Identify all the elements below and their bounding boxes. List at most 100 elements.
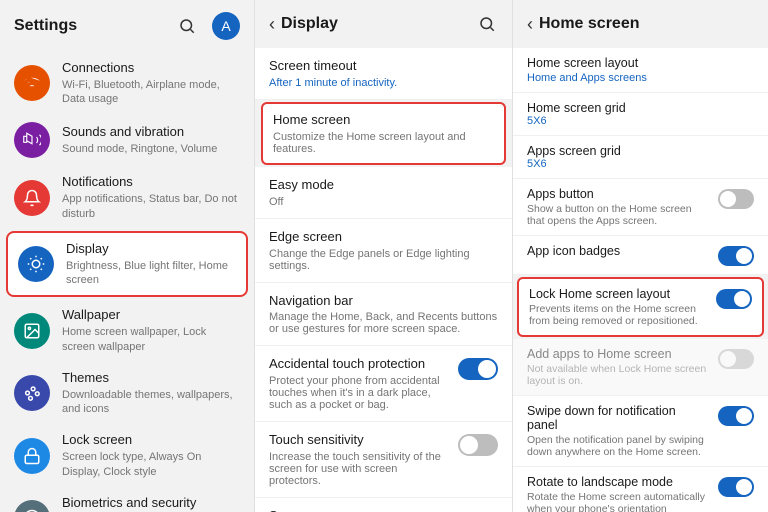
right-item-rotate_landscape[interactable]: Rotate to landscape mode Rotate the Home… — [513, 467, 768, 512]
middle-item-touch_sensitivity[interactable]: Touch sensitivity Increase the touch sen… — [255, 422, 512, 498]
right-panel-title: Home screen — [539, 15, 754, 33]
right-subtitle-apps_button: Show a button on the Home screen that op… — [527, 203, 712, 227]
sidebar-item-display[interactable]: Display Brightness, Blue light filter, H… — [6, 231, 248, 297]
item-icon-sounds — [14, 122, 50, 158]
middle-search-icon[interactable] — [476, 13, 498, 35]
mid-subtitle-home_screen: Customize the Home screen layout and fea… — [273, 131, 494, 155]
right-item-apps_screen_grid[interactable]: Apps screen grid 5X6 — [513, 136, 768, 179]
toggle-lock_home_screen[interactable] — [716, 289, 752, 309]
item-title-display: Display — [66, 241, 236, 258]
right-panel: ‹ Home screen Home screen layout Home an… — [513, 0, 768, 512]
mid-title-home_screen: Home screen — [273, 112, 494, 129]
item-title-connections: Connections — [62, 60, 240, 77]
sidebar-item-wallpaper[interactable]: Wallpaper Home screen wallpaper, Lock sc… — [0, 299, 254, 361]
item-subtitle-themes: Downloadable themes, wallpapers, and ico… — [62, 388, 240, 417]
right-subtitle-swipe_down: Open the notification panel by swiping d… — [527, 434, 712, 458]
avatar[interactable]: A — [212, 12, 240, 40]
toggle-apps_button[interactable] — [718, 189, 754, 209]
display-list: Screen timeout After 1 minute of inactiv… — [255, 48, 512, 512]
item-icon-connections — [14, 65, 50, 101]
toggle-knob-accidental_touch — [478, 360, 496, 378]
middle-panel-header: ‹ Display — [255, 0, 512, 48]
item-title-wallpaper: Wallpaper — [62, 307, 240, 324]
middle-panel-title: Display — [281, 15, 476, 33]
left-panel-scroll: Connections Wi-Fi, Bluetooth, Airplane m… — [0, 52, 254, 512]
middle-item-home_screen[interactable]: Home screen Customize the Home screen la… — [261, 102, 506, 165]
right-item-home_screen_grid[interactable]: Home screen grid 5X6 — [513, 93, 768, 136]
item-subtitle-notifications: App notifications, Status bar, Do not di… — [62, 192, 240, 221]
right-subtitle-home_screen_layout: Home and Apps screens — [527, 72, 754, 84]
mid-subtitle-easy_mode: Off — [269, 196, 498, 208]
left-panel-title: Settings — [14, 17, 176, 35]
mid-title-edge_screen: Edge screen — [269, 229, 498, 246]
right-item-swipe_down[interactable]: Swipe down for notification panel Open t… — [513, 396, 768, 467]
middle-item-accidental_touch[interactable]: Accidental touch protection Protect your… — [255, 346, 512, 422]
right-subtitle-add_apps: Not available when Lock Home screen layo… — [527, 363, 712, 387]
item-title-sounds: Sounds and vibration — [62, 124, 240, 141]
settings-list: Connections Wi-Fi, Bluetooth, Airplane m… — [0, 52, 254, 512]
item-title-notifications: Notifications — [62, 174, 240, 191]
item-subtitle-wallpaper: Home screen wallpaper, Lock screen wallp… — [62, 325, 240, 354]
mid-title-touch_sensitivity: Touch sensitivity — [269, 432, 448, 449]
mid-subtitle-navigation_bar: Manage the Home, Back, and Recents butto… — [269, 311, 498, 335]
right-item-apps_button[interactable]: Apps button Show a button on the Home sc… — [513, 179, 768, 236]
item-title-biometrics: Biometrics and security — [62, 495, 240, 512]
right-item-app_icon_badges[interactable]: App icon badges — [513, 236, 768, 275]
right-back-icon[interactable]: ‹ — [527, 14, 533, 35]
item-title-themes: Themes — [62, 370, 240, 387]
toggle-knob-touch_sensitivity — [460, 436, 478, 454]
right-title-apps_button: Apps button — [527, 187, 704, 201]
toggle-accidental_touch[interactable] — [458, 358, 498, 380]
home-screen-list: Home screen layout Home and Apps screens… — [513, 48, 768, 512]
right-item-home_screen_layout[interactable]: Home screen layout Home and Apps screens — [513, 48, 768, 93]
middle-panel: ‹ Display Screen timeout After 1 minute … — [255, 0, 513, 512]
right-title-add_apps: Add apps to Home screen — [527, 347, 704, 361]
mid-subtitle-edge_screen: Change the Edge panels or Edge lighting … — [269, 248, 498, 272]
left-panel: Settings A Connections Wi-Fi, Bluetooth,… — [0, 0, 255, 512]
item-icon-notifications — [14, 180, 50, 216]
middle-item-navigation_bar[interactable]: Navigation bar Manage the Home, Back, an… — [255, 283, 512, 347]
toggle-swipe_down[interactable] — [718, 406, 754, 426]
right-title-home_screen_grid: Home screen grid — [527, 101, 746, 115]
middle-item-screen_saver[interactable]: Screen saver — [255, 498, 512, 512]
item-icon-lock_screen — [14, 438, 50, 474]
sidebar-item-themes[interactable]: Themes Downloadable themes, wallpapers, … — [0, 362, 254, 424]
middle-back-icon[interactable]: ‹ — [269, 14, 275, 35]
right-title-app_icon_badges: App icon badges — [527, 244, 704, 258]
toggle-touch_sensitivity[interactable] — [458, 434, 498, 456]
right-panel-header: ‹ Home screen — [513, 0, 768, 48]
middle-item-easy_mode[interactable]: Easy mode Off — [255, 167, 512, 219]
header-icons: A — [176, 12, 240, 40]
toggle-rotate_landscape[interactable] — [718, 477, 754, 497]
item-subtitle-lock_screen: Screen lock type, Always On Display, Clo… — [62, 450, 240, 479]
mid-subtitle-touch_sensitivity: Increase the touch sensitivity of the sc… — [269, 451, 448, 487]
right-subtitle-lock_home_screen: Prevents items on the Home screen from b… — [529, 303, 710, 327]
mid-subtitle-accidental_touch: Protect your phone from accidental touch… — [269, 375, 448, 411]
search-icon[interactable] — [176, 15, 198, 37]
mid-title-easy_mode: Easy mode — [269, 177, 498, 194]
sidebar-item-notifications[interactable]: Notifications App notifications, Status … — [0, 166, 254, 228]
mid-title-screen_saver: Screen saver — [269, 508, 498, 512]
mid-title-accidental_touch: Accidental touch protection — [269, 356, 448, 373]
sidebar-item-lock_screen[interactable]: Lock screen Screen lock type, Always On … — [0, 424, 254, 486]
sidebar-item-biometrics[interactable]: Biometrics and security Intelligent Scan… — [0, 487, 254, 512]
right-title-lock_home_screen: Lock Home screen layout — [529, 287, 702, 301]
right-subtitle-rotate_landscape: Rotate the Home screen automatically whe… — [527, 491, 712, 512]
middle-item-edge_screen[interactable]: Edge screen Change the Edge panels or Ed… — [255, 219, 512, 283]
sidebar-item-sounds[interactable]: Sounds and vibration Sound mode, Rington… — [0, 114, 254, 166]
right-title-swipe_down: Swipe down for notification panel — [527, 404, 704, 432]
right-item-lock_home_screen[interactable]: Lock Home screen layout Prevents items o… — [517, 277, 764, 337]
item-icon-themes — [14, 375, 50, 411]
item-subtitle-sounds: Sound mode, Ringtone, Volume — [62, 142, 240, 156]
right-item-add_apps[interactable]: Add apps to Home screen Not available wh… — [513, 339, 768, 396]
item-subtitle-connections: Wi-Fi, Bluetooth, Airplane mode, Data us… — [62, 78, 240, 107]
sidebar-item-connections[interactable]: Connections Wi-Fi, Bluetooth, Airplane m… — [0, 52, 254, 114]
right-panel-scroll: Home screen layout Home and Apps screens… — [513, 48, 768, 512]
middle-item-screen_timeout[interactable]: Screen timeout After 1 minute of inactiv… — [255, 48, 512, 100]
left-panel-header: Settings A — [0, 0, 254, 52]
right-title-apps_screen_grid: Apps screen grid — [527, 144, 746, 158]
item-title-lock_screen: Lock screen — [62, 432, 240, 449]
middle-panel-scroll: Screen timeout After 1 minute of inactiv… — [255, 48, 512, 512]
toggle-add_apps[interactable] — [718, 349, 754, 369]
toggle-app_icon_badges[interactable] — [718, 246, 754, 266]
